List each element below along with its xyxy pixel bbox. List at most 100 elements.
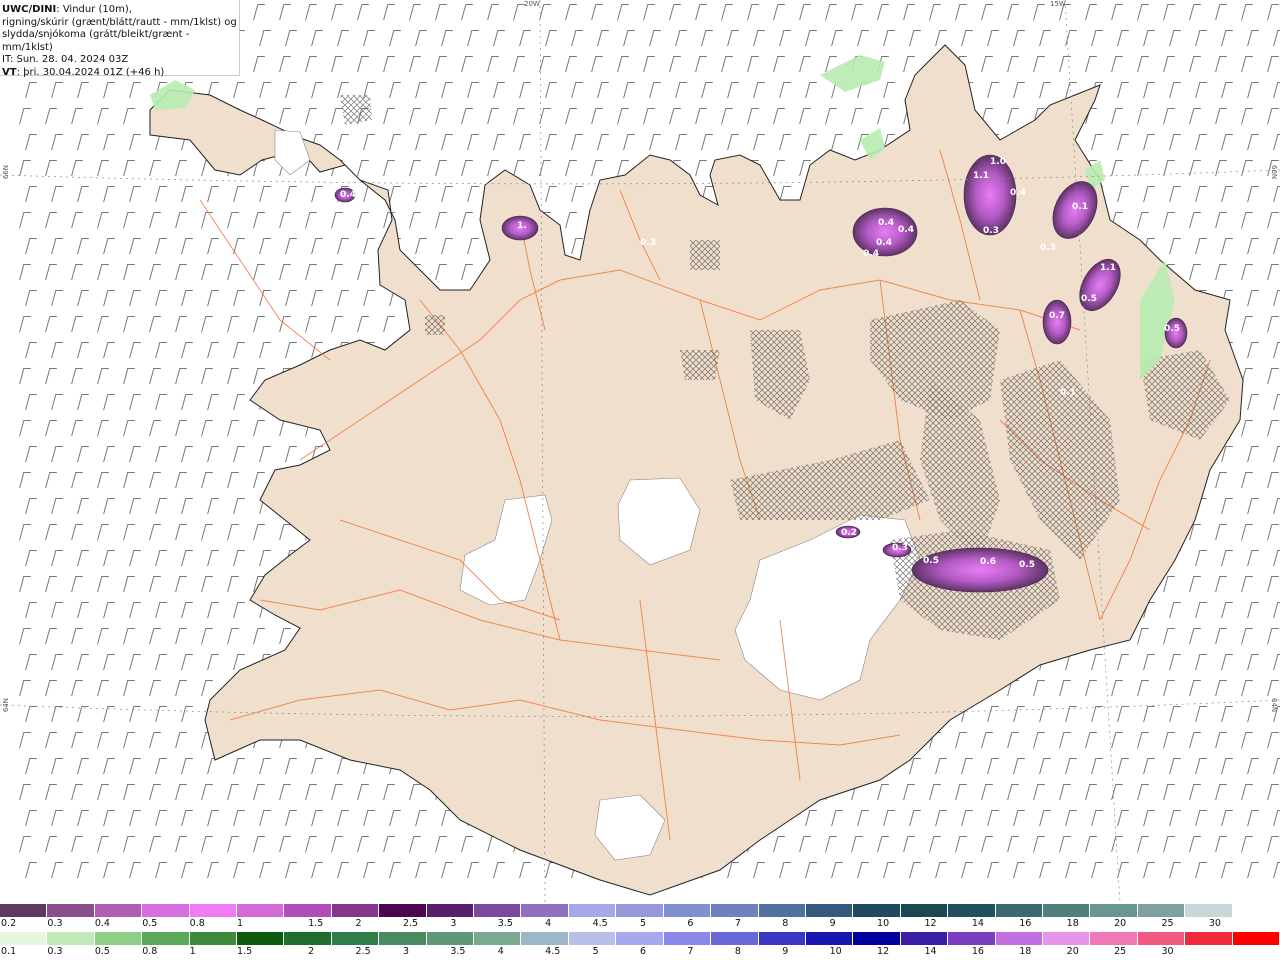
wind-barb bbox=[909, 758, 921, 775]
title-line2: rigning/skúrir (grænt/blátt/rautt - mm/1… bbox=[2, 16, 237, 28]
wind-barb bbox=[97, 316, 109, 333]
scale-tick-label: 6 bbox=[640, 946, 647, 957]
scale-swatch bbox=[1137, 932, 1186, 945]
precip-label: 1. bbox=[517, 221, 527, 231]
wind-barb bbox=[227, 576, 239, 593]
wind-barb bbox=[103, 290, 115, 307]
scale-swatch bbox=[616, 904, 664, 917]
scale-swatch bbox=[1137, 904, 1186, 917]
wind-barb bbox=[259, 82, 271, 99]
wind-barb bbox=[727, 862, 739, 879]
wind-barb bbox=[571, 186, 583, 203]
rain-color-scale bbox=[0, 932, 1280, 945]
wind-barb bbox=[1007, 732, 1019, 749]
wind-barb bbox=[519, 134, 531, 151]
wind-barb bbox=[233, 654, 245, 671]
wind-barb bbox=[129, 498, 141, 515]
wind-barb bbox=[1137, 680, 1149, 697]
wind-barb bbox=[19, 784, 31, 801]
scale-swatch bbox=[284, 932, 332, 945]
wind-barb bbox=[1267, 784, 1279, 801]
precip-label: 0.4 bbox=[898, 225, 914, 235]
wind-barb bbox=[1221, 706, 1233, 723]
wind-barb bbox=[519, 862, 531, 879]
wind-barb bbox=[1169, 602, 1181, 619]
wind-barb bbox=[383, 784, 395, 801]
wind-barb bbox=[851, 4, 863, 21]
wind-barb bbox=[51, 758, 63, 775]
wind-barb bbox=[1117, 82, 1129, 99]
wind-barb bbox=[1117, 654, 1129, 671]
wind-barb bbox=[227, 264, 239, 281]
wind-barb bbox=[311, 290, 323, 307]
wind-barb bbox=[1117, 186, 1129, 203]
wind-barb bbox=[181, 446, 193, 463]
wind-barb bbox=[337, 134, 349, 151]
wind-barb bbox=[1189, 680, 1201, 697]
scale-tick-label: 1.5 bbox=[237, 946, 253, 957]
wind-barb bbox=[643, 56, 655, 73]
wind-barb bbox=[175, 160, 187, 177]
wind-barb bbox=[129, 758, 141, 775]
wind-barb bbox=[181, 238, 193, 255]
wind-barb bbox=[435, 212, 447, 229]
wind-barb bbox=[987, 862, 999, 879]
wind-barb bbox=[383, 108, 395, 125]
scale-swatch bbox=[1185, 904, 1233, 917]
precip-label: 1.0 bbox=[990, 157, 1006, 167]
wind-barb bbox=[389, 30, 401, 47]
wind-barb bbox=[149, 524, 161, 541]
wind-barb bbox=[253, 420, 265, 437]
wind-barb bbox=[305, 108, 317, 125]
precip-label: 0.7 bbox=[1049, 311, 1065, 321]
wind-barb bbox=[155, 862, 167, 879]
wind-barb bbox=[207, 238, 219, 255]
scale-tick-label: 10 bbox=[829, 946, 842, 957]
wind-barb bbox=[961, 758, 973, 775]
wind-barb bbox=[539, 108, 551, 125]
wind-barb bbox=[1137, 732, 1149, 749]
wind-barb bbox=[129, 602, 141, 619]
wind-barb bbox=[1059, 732, 1071, 749]
wind-barb bbox=[545, 82, 557, 99]
wind-barb bbox=[357, 4, 369, 21]
scale-tick-label: 0.8 bbox=[189, 918, 205, 929]
wind-barb bbox=[435, 836, 447, 853]
wind-barb bbox=[649, 134, 661, 151]
wind-barb bbox=[409, 108, 421, 125]
wind-barb bbox=[1267, 472, 1279, 489]
wind-barb bbox=[233, 758, 245, 775]
wind-barb bbox=[19, 108, 31, 125]
wind-barb bbox=[831, 862, 843, 879]
wind-barb bbox=[19, 368, 31, 385]
wind-barb bbox=[363, 290, 375, 307]
wind-barb bbox=[1059, 680, 1071, 697]
wind-barb bbox=[71, 680, 83, 697]
wind-barb bbox=[409, 212, 421, 229]
wind-barb bbox=[415, 30, 427, 47]
wind-barb bbox=[181, 550, 193, 567]
init-time: IT: Sun. 28. 04. 2024 03Z bbox=[2, 54, 129, 65]
wind-barb bbox=[383, 4, 395, 21]
wind-barb bbox=[1085, 784, 1097, 801]
wind-barb bbox=[1195, 602, 1207, 619]
wind-barb bbox=[1241, 264, 1253, 281]
scale-tick-label: 9 bbox=[782, 946, 789, 957]
wind-barb bbox=[285, 290, 297, 307]
wind-barb bbox=[51, 654, 63, 671]
wind-barb bbox=[1247, 394, 1259, 411]
wind-barb bbox=[435, 56, 447, 73]
wind-barb bbox=[155, 706, 167, 723]
wind-barb bbox=[597, 82, 609, 99]
scale-tick-label: 3.5 bbox=[450, 946, 466, 957]
wind-barb bbox=[1013, 810, 1025, 827]
wind-barb bbox=[227, 316, 239, 333]
wind-barb bbox=[253, 4, 265, 21]
scale-tick-label: 30 bbox=[1208, 918, 1221, 929]
wind-barb bbox=[253, 836, 265, 853]
wind-barb bbox=[721, 108, 733, 125]
wind-barb bbox=[1189, 160, 1201, 177]
wind-barb bbox=[45, 680, 57, 697]
wind-barb bbox=[207, 498, 219, 515]
wind-barb bbox=[71, 524, 83, 541]
